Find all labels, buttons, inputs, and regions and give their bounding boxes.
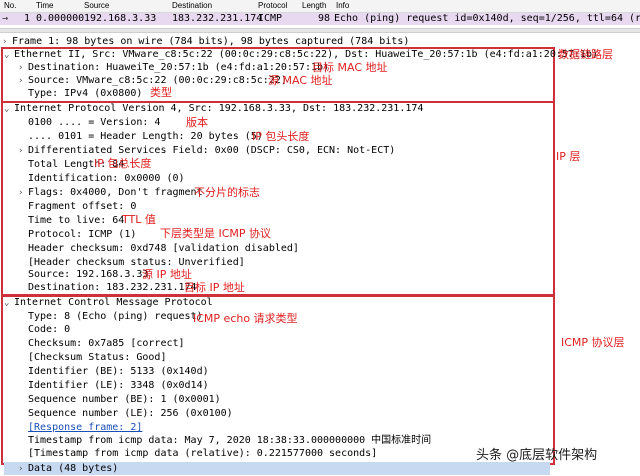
ann-upper-protocol: 下层类型是 ICMP 协议 [160, 227, 272, 240]
collapse-arrow-icon: ⌄ [4, 298, 10, 308]
tree-icmp-identifier-be[interactable]: Identifier (BE): 5133 (0x140d) [28, 365, 209, 378]
expand-arrow-icon: › [18, 76, 24, 86]
row-arrow-icon: → [2, 13, 9, 24]
ann-dont-fragment: 不分片的标志 [194, 186, 260, 199]
ann-ip-layer: IP 层 [556, 150, 581, 163]
col-protocol[interactable]: Protocol [258, 1, 287, 10]
tree-ip-protocol[interactable]: Protocol: ICMP (1) [28, 228, 136, 241]
ann-datalink-layer: 数据链路层 [558, 48, 613, 61]
tree-icmp-code[interactable]: Code: 0 [28, 323, 70, 336]
col-destination[interactable]: Destination [172, 1, 212, 10]
tree-icmp-data[interactable]: › Data (48 bytes) [4, 462, 550, 475]
tree-icmp-type[interactable]: Type: 8 (Echo (ping) request) [28, 310, 203, 323]
ann-icmp-layer: ICMP 协议层 [561, 336, 625, 349]
tree-eth-destination[interactable]: › Destination: HuaweiTe_20:57:1b (e4:fd:a… [18, 61, 329, 74]
packet-no: 1 [24, 13, 31, 24]
ann-src-mac: 源 MAC 地址 [268, 74, 333, 87]
collapse-arrow-icon: ⌄ [4, 50, 10, 60]
expand-arrow-icon: › [18, 146, 24, 156]
ann-version: 版本 [186, 116, 208, 129]
tree-ip-source[interactable]: Source: 192.168.3.33 [28, 268, 148, 281]
tree-ip-header-length[interactable]: .... 0101 = Header Length: 20 bytes (5) [28, 130, 263, 143]
ann-dst-ip: 目标 IP 地址 [184, 281, 245, 294]
packet-source: 192.168.3.33 [84, 13, 157, 24]
ann-src-ip: 源 IP 地址 [142, 268, 192, 281]
tree-icmp-checksum[interactable]: Checksum: 0x7a85 [correct] [28, 337, 185, 350]
expand-arrow-icon: › [18, 188, 24, 198]
tree-icmp[interactable]: ⌄ Internet Control Message Protocol [4, 296, 213, 309]
packet-protocol: ICMP [258, 13, 283, 24]
packet-time: 0.000000 [36, 13, 85, 24]
col-time[interactable]: Time [36, 1, 53, 10]
tree-ip-flags[interactable]: › Flags: 0x4000, Don't fragment [18, 186, 203, 199]
col-source[interactable]: Source [84, 1, 109, 10]
tree-ip-fragment-offset[interactable]: Fragment offset: 0 [28, 200, 136, 213]
packet-length: 98 [318, 13, 331, 24]
ann-ttl: TTL 值 [122, 213, 156, 226]
ann-type: 类型 [150, 86, 172, 99]
ann-dst-mac: 目标 MAC 地址 [312, 61, 388, 74]
tree-icmp-timestamp-rel[interactable]: [Timestamp from icmp data (relative): 0.… [28, 447, 377, 460]
collapse-arrow-icon: ⌄ [4, 104, 10, 114]
response-frame-link[interactable]: [Response frame: 2] [28, 422, 142, 433]
tree-ethernet[interactable]: ⌄ Ethernet II, Src: VMware_c8:5c:22 (00:0… [4, 48, 598, 61]
packet-row[interactable]: → 1 0.000000 192.168.3.33 183.232.231.17… [0, 13, 640, 25]
col-length[interactable]: Length [302, 1, 326, 10]
ann-header-length: IP 包头长度 [252, 130, 310, 143]
tree-ip-version[interactable]: 0100 .... = Version: 4 [28, 116, 160, 129]
tree-ip-identification[interactable]: Identification: 0x0000 (0) [28, 172, 185, 185]
ann-icmp-type: ICMP echo 请求类型 [193, 312, 298, 325]
tree-icmp-seq-le[interactable]: Sequence number (LE): 256 (0x0100) [28, 407, 233, 420]
tree-ip-destination[interactable]: Destination: 183.232.231.174 [28, 281, 197, 294]
tree-ip[interactable]: ⌄ Internet Protocol Version 4, Src: 192.1… [4, 102, 423, 115]
tree-icmp-response-frame[interactable]: [Response frame: 2] [28, 421, 142, 434]
tree-ip-checksum[interactable]: Header checksum: 0xd748 [validation disa… [28, 242, 299, 255]
col-no[interactable]: No. [4, 1, 16, 10]
watermark: 头条 @底层软件架构 [476, 448, 598, 463]
ann-total-length: IP 包总长度 [94, 157, 152, 170]
tree-ip-dsf[interactable]: › Differentiated Services Field: 0x00 (DS… [18, 144, 395, 157]
packet-list-header: No. Time Source Destination Protocol Len… [0, 0, 640, 13]
expand-arrow-icon: › [18, 464, 24, 474]
tree-icmp-checksum-status[interactable]: [Checksum Status: Good] [28, 351, 166, 364]
tree-ip-ttl[interactable]: Time to live: 64 [28, 214, 124, 227]
packet-info: Echo (ping) request id=0x140d, seq=1/256… [334, 13, 640, 24]
tree-icmp-timestamp[interactable]: Timestamp from icmp data: May 7, 2020 18… [28, 434, 431, 447]
tree-icmp-identifier-le[interactable]: Identifier (LE): 3348 (0x0d14) [28, 379, 209, 392]
tree-eth-type[interactable]: Type: IPv4 (0x0800) [28, 87, 142, 100]
tree-icmp-seq-be[interactable]: Sequence number (BE): 1 (0x0001) [28, 393, 221, 406]
packet-destination: 183.232.231.174 [172, 13, 263, 24]
pane-divider[interactable] [0, 28, 640, 33]
col-info[interactable]: Info [336, 1, 349, 10]
